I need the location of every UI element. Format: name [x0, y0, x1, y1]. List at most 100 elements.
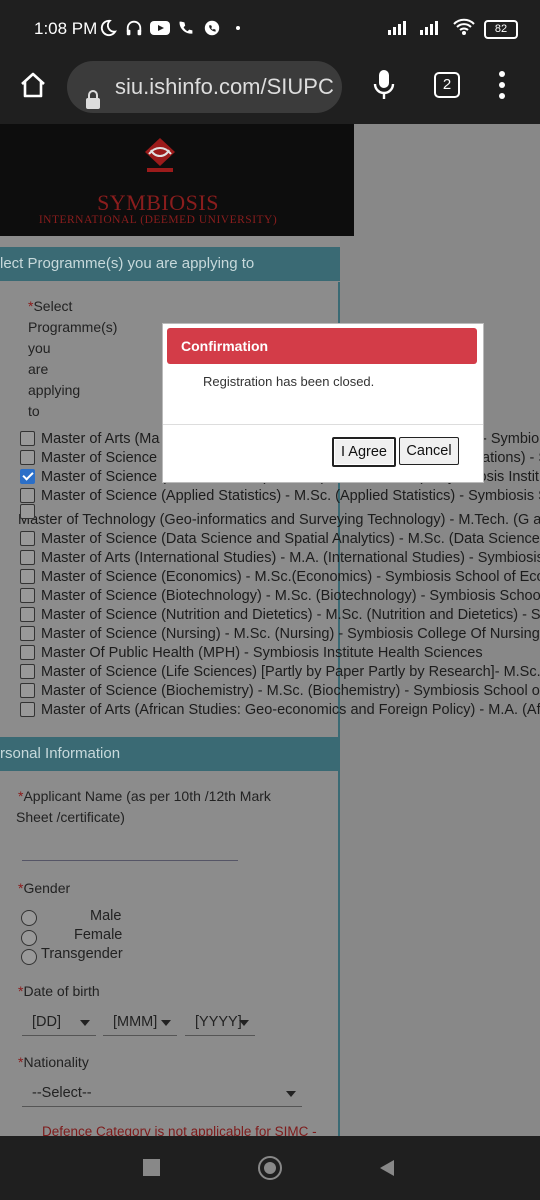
- university-logo: SYMBIOSIS INTERNATIONAL (DEEMED UNIVERSI…: [0, 124, 354, 236]
- section-border-2: [338, 774, 340, 1136]
- logo-subtitle: INTERNATIONAL (DEEMED UNIVERSITY): [38, 214, 278, 226]
- applicant-name-input[interactable]: [22, 860, 238, 861]
- headphones-icon: [124, 18, 144, 38]
- lock-icon: [85, 77, 101, 109]
- programme-checkbox[interactable]: [20, 683, 35, 698]
- programme-checkbox[interactable]: [20, 645, 35, 660]
- web-page: SYMBIOSIS INTERNATIONAL (DEEMED UNIVERSI…: [0, 124, 540, 1136]
- phone-icon: [176, 18, 196, 38]
- signal-icon-2: [420, 19, 444, 40]
- dialog-message: Registration has been closed.: [203, 374, 375, 389]
- gender-label: *Gender: [18, 880, 71, 896]
- programme-checkbox[interactable]: [20, 626, 35, 641]
- programme-option[interactable]: Master of Arts (International Studies) -…: [20, 549, 540, 568]
- programme-option[interactable]: Master Of Public Health (MPH) - Symbiosi…: [20, 644, 483, 663]
- programme-label: Master of Arts (African Studies: Geo-eco…: [41, 702, 540, 718]
- home-icon[interactable]: [18, 70, 48, 100]
- programme-checkbox[interactable]: [20, 450, 35, 465]
- programme-label: Master of Science (Data Science and Spat…: [41, 531, 540, 547]
- recents-icon[interactable]: [143, 1159, 160, 1176]
- gender-option-female: Female: [74, 927, 123, 943]
- programme-option[interactable]: Master of Science (Data Science and Spat…: [20, 530, 540, 549]
- url-field[interactable]: siu.ishinfo.com/SIUPC: [67, 61, 342, 113]
- battery-icon: 82: [484, 20, 518, 39]
- programme-label: Master of Science (Biotechnology) - M.Sc…: [41, 588, 540, 604]
- signal-icon: [388, 19, 412, 40]
- tab-switcher-button[interactable]: 2: [434, 72, 460, 98]
- programme-label: Master of Technology (Geo-informatics an…: [18, 512, 540, 528]
- programme-checkbox[interactable]: [20, 664, 35, 679]
- notification-icons: [98, 18, 248, 38]
- programme-label: Master of Science (Biochemistry) - M.Sc.…: [41, 683, 540, 699]
- home-nav-icon[interactable]: [258, 1156, 282, 1180]
- gender-radio-female[interactable]: [21, 930, 37, 946]
- programme-label: Master of Science (Life Sciences) [Partl…: [41, 664, 540, 680]
- whatsapp-icon: [202, 18, 222, 38]
- programme-section-header: lect Programme(s) you are applying to: [0, 247, 340, 281]
- logo-emblem-icon: [145, 138, 175, 172]
- dot-icon: [228, 18, 248, 38]
- programme-checkbox[interactable]: [20, 469, 35, 484]
- programme-option[interactable]: Master of Science (Nutrition and Dieteti…: [20, 606, 540, 625]
- programme-checkbox[interactable]: [20, 588, 35, 603]
- programme-label: Master of Science (Nutrition and Dieteti…: [41, 607, 540, 623]
- programme-checkbox[interactable]: [20, 607, 35, 622]
- programme-checkbox[interactable]: [20, 431, 35, 446]
- programme-label: Master of Arts (Ma: [41, 431, 160, 447]
- programme-option[interactable]: Master of Science (Applied Statistics) -…: [20, 487, 540, 506]
- applicant-name-label: *Applicant Name (as per 10th /12th Mark S…: [16, 788, 271, 825]
- programme-checkbox[interactable]: [20, 531, 35, 546]
- programme-option[interactable]: Master of Science (Economics) - M.Sc.(Ec…: [20, 568, 540, 587]
- back-icon[interactable]: [378, 1158, 396, 1183]
- programme-label: Master of Science (Nursing) - M.Sc. (Nur…: [41, 626, 540, 642]
- programme-checkbox[interactable]: [20, 488, 35, 503]
- agree-button[interactable]: I Agree: [332, 437, 396, 467]
- programme-label: Master Of Public Health (MPH) - Symbiosi…: [41, 645, 483, 661]
- more-menu-icon[interactable]: [498, 70, 506, 100]
- dob-year-select[interactable]: [YYYY]: [185, 1011, 255, 1036]
- programme-checkbox[interactable]: [20, 504, 35, 519]
- browser-toolbar: siu.ishinfo.com/SIUPC 2: [0, 58, 540, 124]
- status-time: 1:08 PM: [34, 19, 98, 38]
- dob-label: *Date of birth: [18, 983, 100, 999]
- programme-checkbox[interactable]: [20, 569, 35, 584]
- personal-info-section-header: rsonal Information: [0, 737, 340, 771]
- programme-option[interactable]: Master of Technology (Geo-informatics an…: [18, 504, 540, 530]
- programme-label-tail: ations) - S: [482, 450, 540, 466]
- programme-label: Master of Science (Applied Statistics) -…: [41, 488, 540, 504]
- nationality-label: *Nationality: [18, 1054, 89, 1070]
- programme-label: *Select Programme(s) you are applying to: [28, 298, 118, 419]
- chevron-down-icon: [161, 1020, 171, 1026]
- programme-checkbox[interactable]: [20, 550, 35, 565]
- nationality-select[interactable]: --Select--: [22, 1082, 302, 1107]
- confirmation-dialog: Confirmation Registration has been close…: [162, 323, 484, 483]
- gender-radio-male[interactable]: [21, 910, 37, 926]
- dob-day-select[interactable]: [DD]: [22, 1011, 96, 1036]
- gender-radio-transgender[interactable]: [21, 949, 37, 965]
- dialog-divider: [163, 424, 483, 425]
- url-text: siu.ishinfo.com/SIUPC: [115, 74, 334, 99]
- programme-option[interactable]: Master of Science: [20, 449, 157, 468]
- programme-option[interactable]: Master of Science (Nursing) - M.Sc. (Nur…: [20, 625, 540, 644]
- chevron-down-icon: [80, 1020, 90, 1026]
- programme-option[interactable]: Master of Science (Biotechnology) - M.Sc…: [20, 587, 540, 606]
- system-nav-bar: [0, 1136, 540, 1200]
- programme-option[interactable]: Master of Arts (African Studies: Geo-eco…: [20, 701, 540, 720]
- cancel-button[interactable]: Cancel: [399, 437, 459, 465]
- chevron-down-icon: [239, 1020, 249, 1026]
- programme-label: Master of Science: [41, 450, 158, 466]
- dialog-header: Confirmation: [167, 328, 477, 364]
- microphone-icon[interactable]: [372, 68, 396, 102]
- programme-option[interactable]: Master of Science (Life Sciences) [Partl…: [20, 663, 540, 682]
- defence-note: Defence Category is not applicable for S…: [42, 1124, 317, 1136]
- logo-name: SYMBIOSIS: [97, 190, 219, 215]
- programme-option[interactable]: Master of Science (Biochemistry) - M.Sc.…: [20, 682, 540, 701]
- dob-month-select[interactable]: [MMM]: [103, 1011, 177, 1036]
- dialog-title: Confirmation: [181, 338, 269, 354]
- wifi-icon: [452, 18, 476, 41]
- programme-checkbox[interactable]: [20, 702, 35, 717]
- programme-option[interactable]: Master of Arts (Ma: [20, 430, 159, 449]
- programme-label: Master of Arts (International Studies) -…: [41, 550, 540, 566]
- system-icons: 82: [388, 18, 518, 41]
- gender-option-transgender: Transgender: [41, 946, 123, 962]
